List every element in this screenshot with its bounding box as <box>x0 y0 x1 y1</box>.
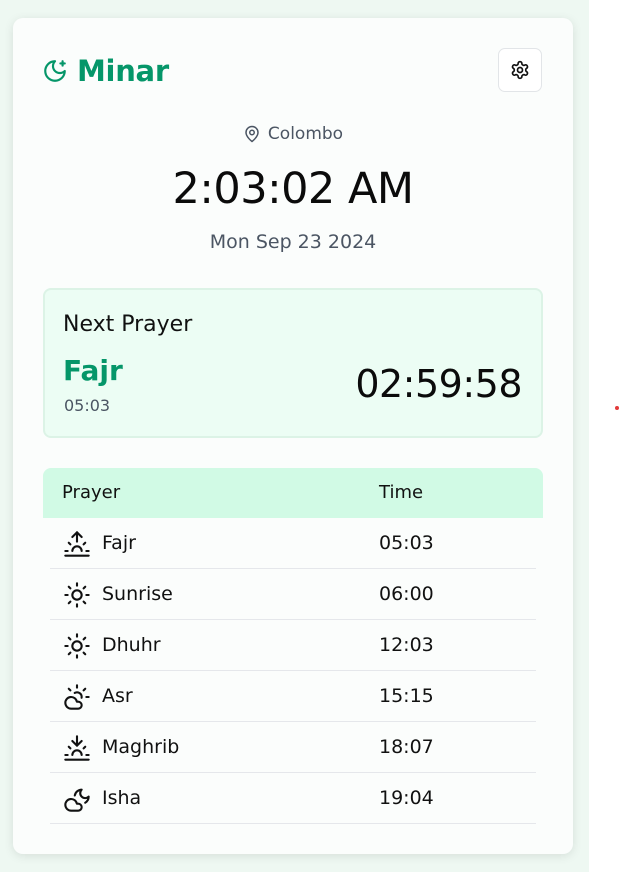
indicator-dot <box>615 406 619 410</box>
table-row-maghrib: Maghrib 18:07 <box>50 722 536 773</box>
column-header-prayer: Prayer <box>62 482 121 503</box>
table-row-asr: Asr 15:15 <box>50 671 536 722</box>
table-row-dhuhr: Dhuhr 12:03 <box>50 620 536 671</box>
next-prayer-heading: Next Prayer <box>63 312 193 337</box>
prayer-name: Sunrise <box>102 583 173 605</box>
current-time: 2:03:02 AM <box>172 164 414 214</box>
sun-icon <box>64 633 90 659</box>
location: Colombo <box>13 124 573 144</box>
prayer-times-table: Prayer Time Fajr 05:03 Sunrise 06:00 Dhu… <box>43 468 543 824</box>
next-prayer-card: Next Prayer Fajr 05:03 02:59:58 <box>43 288 543 438</box>
next-prayer-countdown: 02:59:58 <box>355 362 522 406</box>
table-row-fajr: Fajr 05:03 <box>50 518 536 569</box>
prayer-time: 15:15 <box>379 685 434 707</box>
next-prayer-time: 05:03 <box>64 396 111 415</box>
sun-icon <box>64 582 90 608</box>
app-title: Minar <box>77 54 169 88</box>
prayer-time: 19:04 <box>379 787 434 809</box>
sunrise-icon <box>64 531 90 557</box>
table-row-isha: Isha 19:04 <box>50 773 536 824</box>
prayer-name: Dhuhr <box>102 634 161 656</box>
cloud-sun-icon <box>64 684 90 710</box>
column-header-time: Time <box>379 482 424 503</box>
prayer-time: 18:07 <box>379 736 434 758</box>
moon-star-icon <box>44 60 66 82</box>
map-pin-icon <box>245 125 259 143</box>
settings-button[interactable] <box>498 48 542 92</box>
sunset-icon <box>64 735 90 761</box>
prayer-times-card: Minar Colombo 2:03:02 AM Mon Sep 23 2024… <box>13 18 573 854</box>
gear-icon <box>511 60 529 80</box>
prayer-name: Maghrib <box>102 736 180 758</box>
prayer-name: Isha <box>102 787 142 809</box>
location-city: Colombo <box>267 124 344 144</box>
prayer-time: 06:00 <box>379 583 434 605</box>
prayer-time: 12:03 <box>379 634 434 656</box>
next-prayer-name: Fajr <box>63 354 123 387</box>
prayer-time: 05:03 <box>379 532 434 554</box>
prayer-name: Fajr <box>102 532 136 554</box>
current-date: Mon Sep 23 2024 <box>209 231 377 253</box>
cloud-moon-icon <box>64 788 90 812</box>
prayer-name: Asr <box>102 685 133 707</box>
table-header: Prayer Time <box>43 468 543 518</box>
table-row-sunrise: Sunrise 06:00 <box>50 569 536 620</box>
brand[interactable]: Minar <box>42 54 169 88</box>
